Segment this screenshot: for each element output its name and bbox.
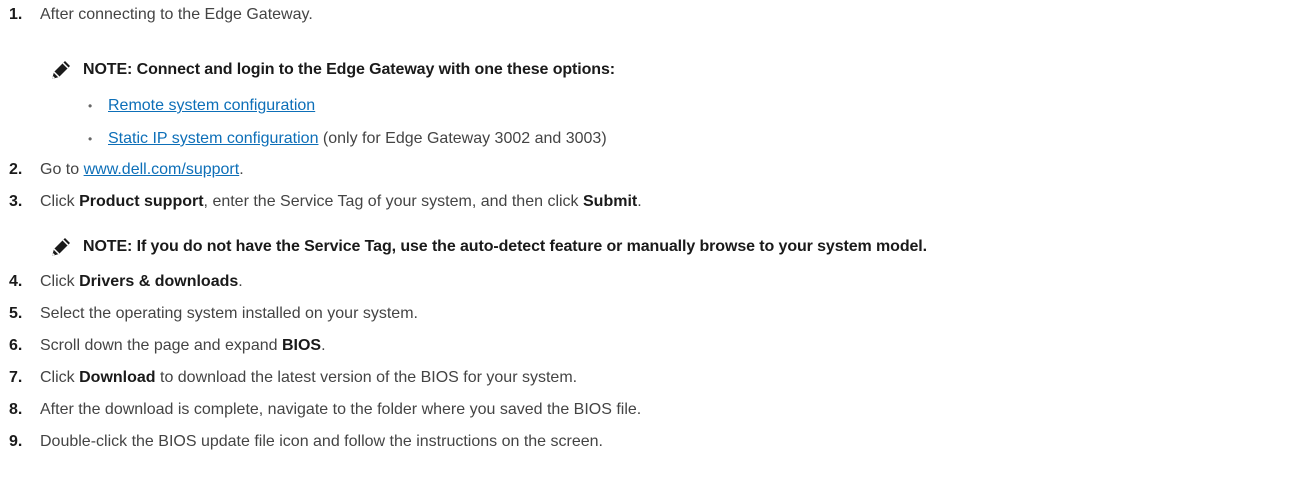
step-1: 1. After connecting to the Edge Gateway.: [0, 4, 313, 26]
bullet-dot: •: [88, 132, 93, 146]
step-number: 4.: [9, 273, 23, 290]
bullet-item: • Remote system configuration: [88, 95, 315, 117]
step-text: After connecting to the Edge Gateway.: [40, 6, 313, 23]
step-text-post: .: [238, 273, 243, 290]
step-text: After the download is complete, navigate…: [40, 401, 642, 418]
step-text-post: to download the latest version of the BI…: [155, 369, 578, 386]
static-ip-config-link[interactable]: Static IP system configuration: [108, 130, 318, 147]
step-number: 5.: [9, 305, 23, 322]
step-9: 9. Double-click the BIOS update file icon…: [0, 431, 603, 453]
step-5: 5. Select the operating system installed …: [0, 303, 418, 325]
bullet-dot: •: [88, 99, 93, 113]
step-number: 8.: [9, 401, 23, 418]
submit-label: Submit: [583, 193, 638, 210]
step-text-mid: , enter the Service Tag of your system, …: [203, 193, 583, 210]
step-text: Select the operating system installed on…: [40, 305, 418, 322]
step-3: 3. Click Product support, enter the Servi…: [0, 191, 642, 213]
step-number: 7.: [9, 369, 23, 386]
product-support-label: Product support: [79, 193, 204, 210]
download-label: Download: [79, 369, 156, 386]
step-text: Double-click the BIOS update file icon a…: [40, 433, 603, 450]
step-text-pre: Click: [40, 369, 80, 386]
step-number: 6.: [9, 337, 23, 354]
note-text: NOTE: Connect and login to the Edge Gate…: [83, 61, 615, 78]
bios-update-steps: 1. After connecting to the Edge Gateway. …: [0, 0, 1308, 503]
note-connect-options: NOTE: Connect and login to the Edge Gate…: [49, 58, 615, 82]
step-text-post: .: [637, 193, 642, 210]
bios-label: BIOS: [281, 337, 322, 354]
step-2: 2. Go to www.dell.com/support.: [0, 159, 244, 181]
pencil-icon: [49, 58, 73, 82]
step-7: 7. Click Download to download the latest …: [0, 367, 577, 389]
drivers-downloads-label: Drivers & downloads: [79, 273, 239, 290]
step-text-pre: Click: [40, 193, 80, 210]
step-text-post: .: [321, 337, 326, 354]
note-service-tag: NOTE: If you do not have the Service Tag…: [49, 235, 927, 259]
bullet-item: • Static IP system configuration (only fo…: [88, 128, 607, 150]
step-number: 3.: [9, 193, 23, 210]
step-text-post: .: [239, 161, 244, 178]
step-number: 2.: [9, 161, 23, 178]
step-4: 4. Click Drivers & downloads.: [0, 271, 243, 293]
note-text: NOTE: If you do not have the Service Tag…: [83, 238, 927, 255]
bullet-suffix: (only for Edge Gateway 3002 and 3003): [318, 130, 607, 147]
step-text-pre: Click: [40, 273, 80, 290]
step-number: 9.: [9, 433, 23, 450]
step-text-pre: Go to: [40, 161, 84, 178]
remote-config-link[interactable]: Remote system configuration: [108, 97, 315, 114]
pencil-icon: [49, 235, 73, 259]
step-8: 8. After the download is complete, naviga…: [0, 399, 641, 421]
step-number: 1.: [9, 6, 23, 23]
step-text-pre: Scroll down the page and expand: [40, 337, 282, 354]
dell-support-link[interactable]: www.dell.com/support: [84, 161, 240, 178]
step-6: 6. Scroll down the page and expand BIOS.: [0, 335, 326, 357]
